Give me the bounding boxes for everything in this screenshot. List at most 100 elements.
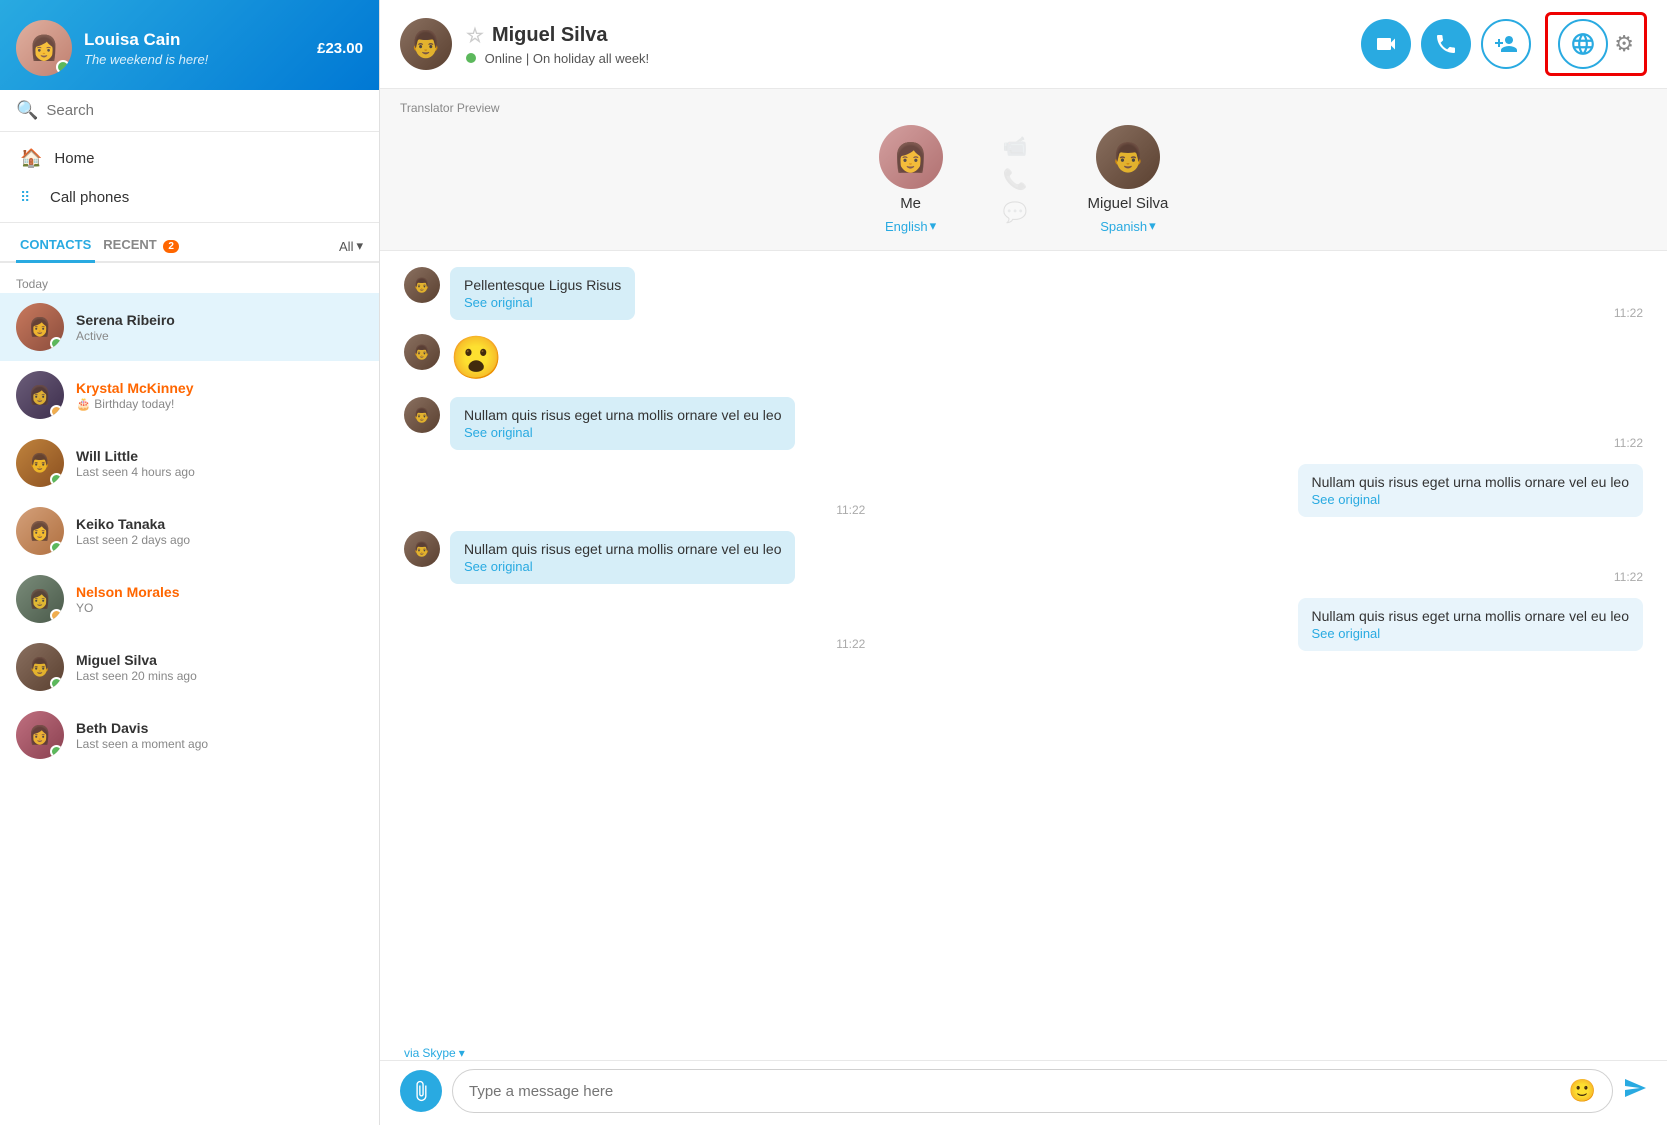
star-icon[interactable]: ☆ — [466, 23, 484, 48]
tab-recent-badge: 2 — [163, 240, 179, 253]
nav-label-home: Home — [54, 150, 94, 167]
message-text-6: Nullam quis risus eget urna mollis ornar… — [1312, 608, 1629, 624]
contact-name-keiko: Keiko Tanaka — [76, 516, 363, 532]
chat-header-status: Online | On holiday all week! — [466, 51, 1347, 66]
message-2-emoji: 👨 😮 — [404, 334, 1643, 383]
contact-name-miguel: Miguel Silva — [76, 652, 363, 668]
message-4: 11:22 Nullam quis risus eget urna mollis… — [404, 464, 1643, 517]
status-dot-miguel — [50, 677, 63, 690]
contact-name-nelson: Nelson Morales — [76, 584, 363, 600]
message-6: 11:22 Nullam quis risus eget urna mollis… — [404, 598, 1643, 651]
message-text-4: Nullam quis risus eget urna mollis ornar… — [1312, 474, 1629, 490]
contact-info-serena: Serena Ribeiro Active — [76, 312, 363, 343]
message-text-1: Pellentesque Ligus Risus — [464, 277, 621, 293]
chevron-down-icon: ▾ — [356, 238, 363, 254]
home-icon: 🏠 — [20, 148, 42, 169]
message-5: 👨 Nullam quis risus eget urna mollis orn… — [404, 531, 1643, 584]
message-text-3: Nullam quis risus eget urna mollis ornar… — [464, 407, 781, 423]
main-chat: 👨 ☆ Miguel Silva Online | On holiday all… — [380, 0, 1667, 1125]
dropdown-arrow-icon[interactable]: ▾ — [459, 1046, 465, 1060]
message-text-5: Nullam quis risus eget urna mollis ornar… — [464, 541, 781, 557]
chevron-down-icon-them: ▾ — [1149, 218, 1156, 234]
search-input[interactable] — [46, 102, 363, 119]
avatar[interactable]: 👩 — [16, 20, 72, 76]
contact-avatar-krystal: 👩 — [16, 371, 64, 419]
see-original-5[interactable]: See original — [464, 559, 781, 574]
sidebar: 👩 Louisa Cain The weekend is here! £23.0… — [0, 0, 380, 1125]
send-button[interactable] — [1623, 1076, 1647, 1106]
status-dot-krystal — [50, 405, 63, 418]
emoji-button[interactable]: 🙂 — [1569, 1078, 1596, 1104]
status-indicator — [56, 60, 70, 74]
section-today: Today — [0, 271, 379, 293]
see-original-6[interactable]: See original — [1312, 626, 1629, 641]
message-time-6: 11:22 — [826, 637, 865, 651]
add-contact-button[interactable] — [1481, 19, 1531, 69]
message-input-wrapper: 🙂 — [452, 1069, 1613, 1113]
message-time-4: 11:22 — [826, 503, 865, 517]
tab-contacts[interactable]: CONTACTS — [16, 231, 95, 263]
participant-avatar-them: 👨 — [1096, 125, 1160, 189]
message-time-1: 11:22 — [1604, 306, 1643, 320]
search-bar: 🔍 — [0, 90, 379, 132]
contact-avatar-will: 👨 — [16, 439, 64, 487]
profile-status: The weekend is here! — [84, 52, 305, 67]
chevron-down-icon: ▾ — [930, 218, 937, 234]
gear-button[interactable]: ⚙ — [1614, 31, 1634, 57]
contact-item-will[interactable]: 👨 Will Little Last seen 4 hours ago — [0, 429, 379, 497]
status-dot-serena — [50, 337, 63, 350]
language-select-them[interactable]: Spanish ▾ — [1100, 218, 1156, 234]
contact-item-serena[interactable]: 👩 Serena Ribeiro Active — [0, 293, 379, 361]
contact-item-nelson[interactable]: 👩 Nelson Morales YO — [0, 565, 379, 633]
see-original-4[interactable]: See original — [1312, 492, 1629, 507]
translator-preview-panel: Translator Preview 👩 Me English ▾ 📹 📞 💬 — [380, 89, 1667, 251]
contact-item-keiko[interactable]: 👩 Keiko Tanaka Last seen 2 days ago — [0, 497, 379, 565]
profile-header: 👩 Louisa Cain The weekend is here! £23.0… — [0, 0, 379, 90]
translator-button[interactable] — [1558, 19, 1608, 69]
skype-link[interactable]: Skype — [422, 1046, 455, 1060]
contact-info-beth: Beth Davis Last seen a moment ago — [76, 720, 363, 751]
dialpad-icon: ⠿ — [20, 189, 38, 206]
contact-info-nelson: Nelson Morales YO — [76, 584, 363, 615]
translator-toolbar: ⚙ — [1545, 12, 1647, 76]
see-original-3[interactable]: See original — [464, 425, 781, 440]
contact-info-miguel: Miguel Silva Last seen 20 mins ago — [76, 652, 363, 683]
nav-items: 🏠 Home ⠿ Call phones — [0, 132, 379, 223]
contact-name-will: Will Little — [76, 448, 363, 464]
chat-header-name: ☆ Miguel Silva — [466, 23, 1347, 48]
chat-header-info: ☆ Miguel Silva Online | On holiday all w… — [466, 23, 1347, 66]
chat-header: 👨 ☆ Miguel Silva Online | On holiday all… — [380, 0, 1667, 89]
contact-sub-beth: Last seen a moment ago — [76, 737, 363, 751]
tab-recent[interactable]: RECENT 2 — [99, 231, 183, 263]
contact-item-krystal[interactable]: 👩 Krystal McKinney 🎂 Birthday today! — [0, 361, 379, 429]
message-input[interactable] — [469, 1083, 1561, 1100]
settings-icon: ⚙ — [1614, 31, 1634, 56]
contact-item-beth[interactable]: 👩 Beth Davis Last seen a moment ago — [0, 701, 379, 769]
contact-avatar-serena: 👩 — [16, 303, 64, 351]
video-call-button[interactable] — [1361, 19, 1411, 69]
nav-item-home[interactable]: 🏠 Home — [0, 138, 379, 179]
video-icon-divider: 📹 — [1003, 134, 1028, 159]
status-dot-will — [50, 473, 63, 486]
message-emoji-2: 😮 — [450, 334, 502, 383]
language-select-me[interactable]: English ▾ — [885, 218, 936, 234]
contact-sub-serena: Active — [76, 329, 363, 343]
tab-all-filter[interactable]: All ▾ — [339, 238, 363, 254]
call-button[interactable] — [1421, 19, 1471, 69]
nav-item-call-phones[interactable]: ⠿ Call phones — [0, 179, 379, 216]
contact-info-will: Will Little Last seen 4 hours ago — [76, 448, 363, 479]
attach-button[interactable] — [400, 1070, 442, 1112]
message-1: 👨 Pellentesque Ligus Risus See original … — [404, 267, 1643, 320]
contact-item-miguel[interactable]: 👨 Miguel Silva Last seen 20 mins ago — [0, 633, 379, 701]
contact-avatar-keiko: 👩 — [16, 507, 64, 555]
tabs-bar: CONTACTS RECENT 2 All ▾ — [0, 223, 379, 263]
message-avatar-5: 👨 — [404, 531, 440, 567]
see-original-1[interactable]: See original — [464, 295, 621, 310]
participant-name-me: Me — [900, 195, 921, 212]
message-time-3: 11:22 — [1604, 436, 1643, 450]
message-avatar-3: 👨 — [404, 397, 440, 433]
input-area: 🙂 — [380, 1060, 1667, 1125]
chat-header-avatar: 👨 — [400, 18, 452, 70]
contact-info-keiko: Keiko Tanaka Last seen 2 days ago — [76, 516, 363, 547]
contact-avatar-nelson: 👩 — [16, 575, 64, 623]
